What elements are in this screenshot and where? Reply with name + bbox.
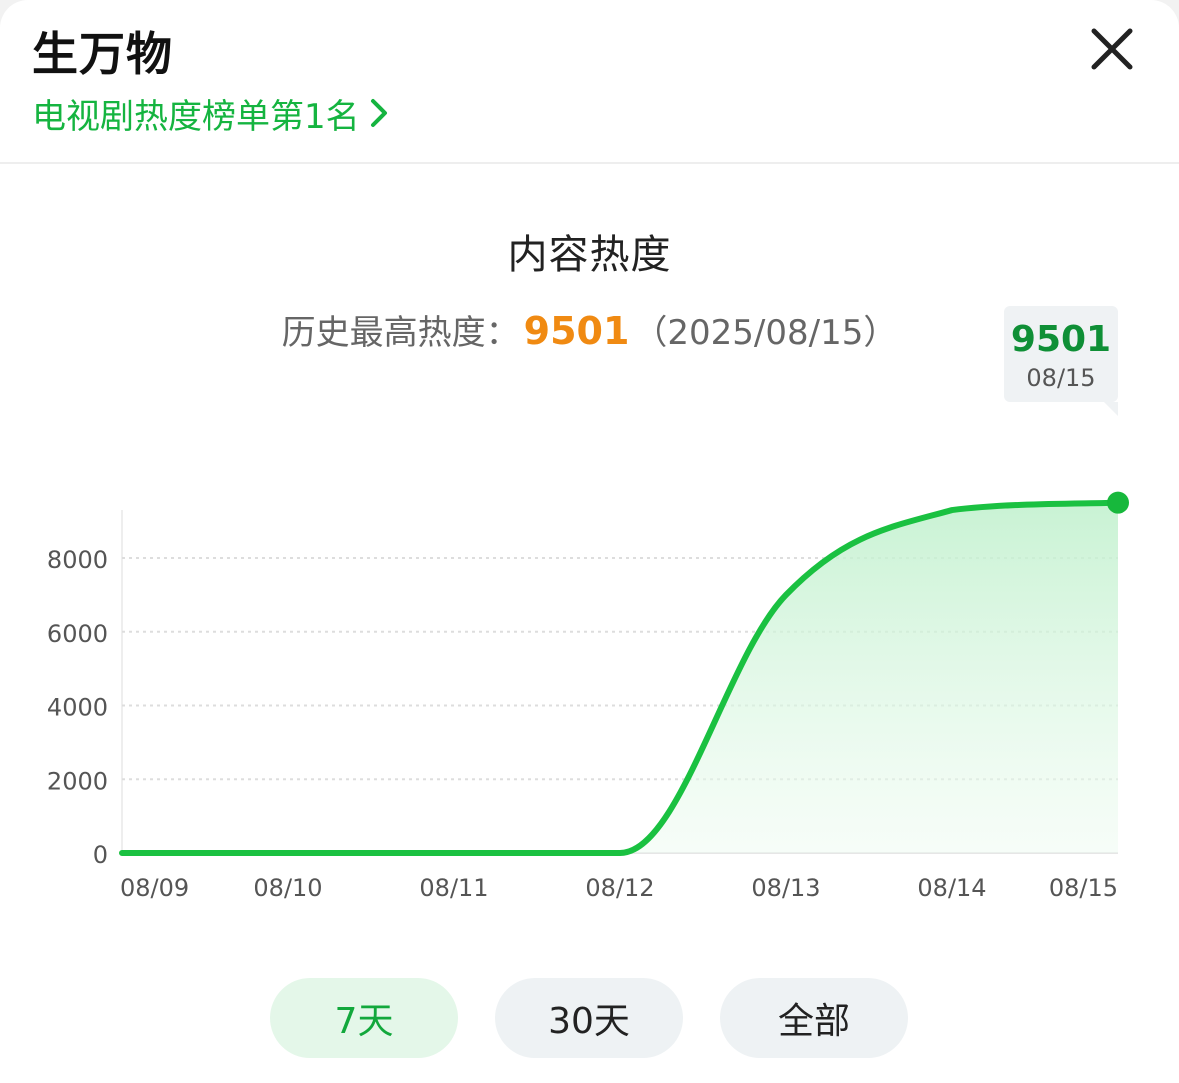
- series-area: [122, 502, 1118, 853]
- range-tab-label: 7天: [334, 1001, 394, 1042]
- chevron-right-icon: [370, 99, 387, 127]
- tooltip-date: 08/15: [1026, 364, 1096, 392]
- range-tab-label: 30天: [548, 1001, 630, 1042]
- range-tab-7d[interactable]: 7天: [270, 978, 458, 1058]
- close-button[interactable]: [1089, 26, 1135, 72]
- peak-value: 9501: [523, 309, 630, 353]
- range-tab-label: 全部: [777, 1001, 850, 1042]
- y-tick-label: 8000: [47, 546, 108, 574]
- x-tick-label: 08/13: [751, 874, 820, 902]
- peak-date: （2025/08/15）: [633, 313, 898, 353]
- x-tick-label: 08/12: [585, 874, 654, 902]
- data-point-highlight: [1107, 491, 1129, 514]
- y-tick-label: 0: [93, 841, 108, 869]
- x-tick-label: 08/10: [253, 874, 322, 902]
- peak-summary: 历史最高热度： 9501 （2025/08/15）: [0, 305, 1179, 354]
- y-tick-label: 2000: [47, 767, 108, 795]
- show-title: 生万物: [32, 27, 173, 81]
- x-tick-label: 08/14: [917, 874, 986, 902]
- tooltip-value: 9501: [1010, 319, 1112, 360]
- panel-header: 生万物 电视剧热度榜单第1名: [0, 0, 1179, 164]
- close-icon: [1091, 28, 1133, 70]
- heat-panel: 生万物 电视剧热度榜单第1名 内容热度 历史最高热度： 9501 （2025/08/…: [0, 0, 1179, 1083]
- chart-tooltip: 9501 08/15: [1004, 306, 1118, 416]
- chart-heading: 内容热度: [507, 232, 672, 278]
- x-tick-label: 08/15: [1049, 874, 1118, 902]
- rank-link[interactable]: 电视剧热度榜单第1名: [32, 90, 388, 137]
- range-tab-30d[interactable]: 30天: [495, 978, 683, 1058]
- rank-link-label: 电视剧热度榜单第1名: [32, 96, 360, 137]
- peak-label: 历史最高热度：: [281, 313, 520, 353]
- y-tick-label: 6000: [47, 620, 108, 648]
- heat-chart[interactable]: 0 2000 4000 6000 8000 08/09 08/10 08/11 08/12 08/…: [0, 470, 1179, 920]
- x-tick-label: 08/11: [419, 874, 488, 902]
- range-tab-all[interactable]: 全部: [720, 978, 908, 1058]
- y-tick-label: 4000: [47, 694, 108, 722]
- x-tick-label: 08/09: [120, 874, 189, 902]
